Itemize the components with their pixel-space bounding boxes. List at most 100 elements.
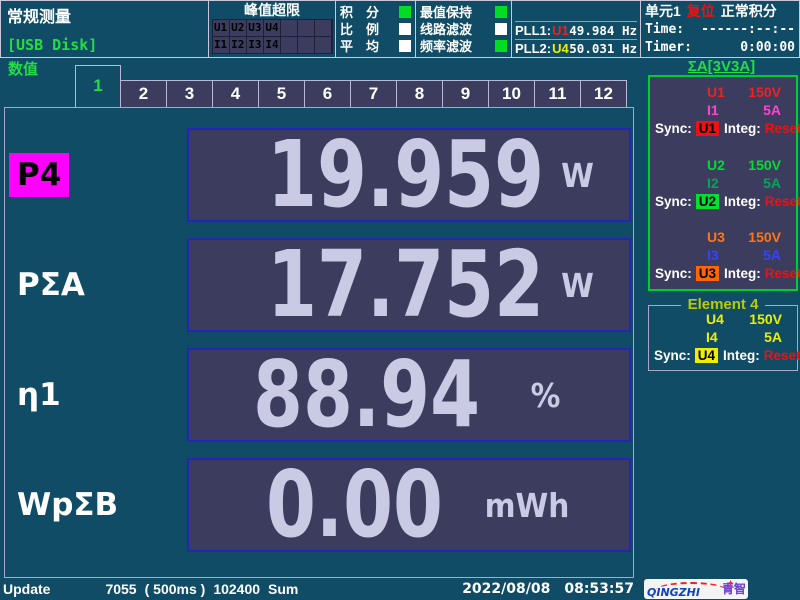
pll1-label: PLL1: [515, 23, 551, 38]
unit-eta1: % [487, 376, 605, 415]
value-box-psigma-a: 17.752 W [187, 238, 631, 332]
value-wpsigma-b: 0.00 [245, 461, 443, 549]
freq-filter-label: 频率滤波 [420, 36, 472, 55]
peak-cell-u1: U1 [213, 20, 229, 36]
tab-3[interactable]: 3 [167, 80, 213, 108]
pll2-label: PLL2: [515, 41, 551, 56]
element4-integ-label: Integ: [723, 348, 760, 363]
element2-integ-status: Reset [765, 194, 800, 209]
element4-header: Element 4 [681, 296, 766, 313]
peak-cell-u4: U4 [264, 20, 280, 36]
line-filter-indicator-icon [495, 23, 507, 35]
value-psigma-a: 17.752 [267, 241, 544, 329]
element3-sync-label: Sync: [655, 266, 692, 281]
measurement-row-psigma-a: PΣA 17.752 W [5, 238, 633, 332]
peak-cell-empty [281, 20, 297, 36]
filter-indicators: 最值保持 线路滤波 频率滤波 [415, 1, 511, 57]
element2-sync-label: Sync: [655, 194, 692, 209]
element3-u-range: 150V [748, 229, 781, 245]
pll1-source: U1 [552, 23, 569, 38]
element3-i-range: 5A [763, 247, 781, 263]
tab-2[interactable]: 2 [121, 80, 167, 108]
tab-9[interactable]: 9 [443, 80, 489, 108]
tab-12[interactable]: 12 [581, 80, 627, 108]
unit-p4: W [547, 156, 607, 195]
time-display: 08:53:57 [564, 581, 634, 597]
element1-sync-source: U1 [696, 121, 719, 136]
timer-label: Timer: [645, 40, 692, 55]
element4-i-range: 5A [764, 329, 782, 345]
scaling-indicator-icon [399, 23, 411, 35]
date-display: 2022/08/08 [462, 581, 550, 597]
average-label: 平 均 [340, 36, 379, 55]
element3-integ-label: Integ: [724, 266, 761, 281]
element-4-panel: Element 4 U4 150V I4 5A Sync: U4 Integ: … [648, 305, 798, 371]
tab-7[interactable]: 7 [351, 80, 397, 108]
wiring-group-header: ΣA[3V3A] [645, 58, 798, 75]
view-mode-label: 数值 [8, 58, 38, 79]
max-hold-indicator-icon [495, 6, 507, 18]
peak-cell-i1: I1 [213, 37, 229, 53]
pll2-source: U4 [552, 41, 569, 56]
pll2-frequency: 50.031 Hz [569, 41, 637, 56]
power-analyzer-screen: 常规测量 [USB Disk] 峰值超限 U1 U2 U3 U4 I1 I2 I [0, 0, 800, 600]
unit-reset-status: 复位 [687, 1, 715, 21]
element1-u-range: 150V [748, 84, 781, 100]
value-box-p4: 19.959 W [187, 128, 631, 222]
element1-sync-label: Sync: [655, 121, 692, 136]
measurement-display-area: P4 19.959 W PΣA 17.752 W η1 88.94 % [4, 107, 634, 578]
peak-cell-empty [298, 37, 314, 53]
integration-indicators: 积 分 比 例 平 均 [335, 1, 415, 57]
unit-psigma-a: W [547, 266, 607, 305]
qingzhi-logo: ✦ QINGZHI 青智 [644, 579, 748, 599]
measurement-row-p4: P4 19.959 W [5, 128, 633, 222]
page-tabs: 1 2 3 4 5 6 7 8 9 10 11 12 [75, 65, 627, 108]
element-3-group: U3 150V I3 5A Sync: U3 Integ: Reset [655, 228, 791, 283]
element1-integ-status: Reset [765, 121, 800, 136]
measurement-label-eta1: η1 [9, 373, 69, 417]
element3-u-label: U3 [707, 229, 725, 245]
tab-8[interactable]: 8 [397, 80, 443, 108]
tab-6[interactable]: 6 [305, 80, 351, 108]
element1-u-label: U1 [707, 84, 725, 100]
freq-filter-indicator-icon [495, 40, 507, 52]
update-count: 7055 [105, 581, 136, 597]
element2-sync-source: U2 [696, 194, 719, 209]
wiring-group-panel: U1 150V I1 5A Sync: U1 Integ: Reset U2 1… [648, 75, 798, 291]
tab-1[interactable]: 1 [75, 65, 121, 108]
unit-mode: 正常积分 [721, 1, 777, 21]
value-p4: 19.959 [267, 131, 544, 219]
element4-integ-status: Reset [764, 348, 800, 363]
element3-sync-source: U3 [696, 266, 719, 281]
element-2-group: U2 150V I2 5A Sync: U2 Integ: Reset [655, 156, 791, 211]
element3-integ-status: Reset [765, 266, 800, 281]
pll1-frequency: 49.984 Hz [569, 23, 637, 38]
element2-u-label: U2 [707, 157, 725, 173]
element4-sync-label: Sync: [654, 348, 691, 363]
element2-i-label: I2 [707, 175, 719, 191]
tab-5[interactable]: 5 [259, 80, 305, 108]
peak-cell-u3: U3 [247, 20, 263, 36]
tab-4[interactable]: 4 [213, 80, 259, 108]
measurement-label-wpsigma-b: WpΣB [9, 483, 126, 527]
measurement-label-psigma-a: PΣA [9, 263, 93, 307]
tab-11[interactable]: 11 [535, 80, 581, 108]
integration-status-section: 单元1 复位 正常积分 Time: ------:--:-- Timer: 0:… [640, 1, 799, 57]
element1-integ-label: Integ: [724, 121, 761, 136]
peak-over-limit-grid: U1 U2 U3 U4 I1 I2 I3 I4 [212, 19, 333, 54]
element1-i-range: 5A [763, 102, 781, 118]
element2-i-range: 5A [763, 175, 781, 191]
peak-cell-i2: I2 [230, 37, 246, 53]
peak-cell-empty [281, 37, 297, 53]
usb-disk-status: [USB Disk] [7, 36, 97, 54]
element2-integ-label: Integ: [724, 194, 761, 209]
element2-u-range: 150V [748, 157, 781, 173]
timer-value: 0:00:00 [740, 40, 795, 55]
element4-sync-source: U4 [695, 348, 718, 363]
mode-section: 常规测量 [USB Disk] [1, 1, 208, 57]
sum-count: 102400 [213, 581, 260, 597]
integrate-indicator-icon [399, 6, 411, 18]
value-box-eta1: 88.94 % [187, 348, 631, 442]
tab-10[interactable]: 10 [489, 80, 535, 108]
measurement-row-eta1: η1 88.94 % [5, 348, 633, 442]
